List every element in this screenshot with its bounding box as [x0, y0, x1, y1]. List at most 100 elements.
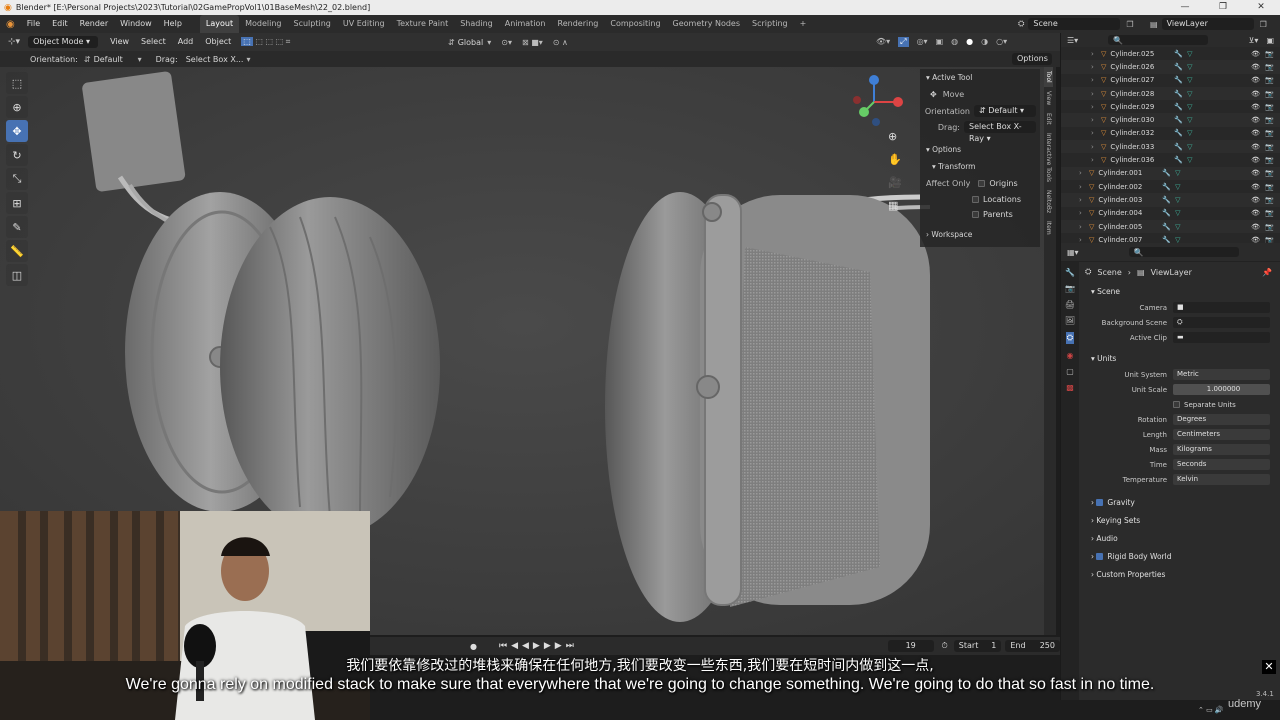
origins-checkbox[interactable] [978, 180, 986, 187]
eye-visibility-icon[interactable]: 👁 [1251, 129, 1260, 137]
outliner-row[interactable]: › ▽ Cylinder.030 🔧 ▽ 👁 📷 [1061, 113, 1280, 127]
select-box-tool-icon[interactable]: ⬚ [6, 72, 28, 94]
camera-render-icon[interactable]: 📷 [1265, 63, 1274, 71]
tab-shading[interactable]: Shading [454, 15, 499, 33]
filter-icon[interactable]: ⊻▾ [1249, 36, 1259, 45]
render-tab-icon[interactable]: 📷 [1065, 284, 1075, 293]
camera-render-icon[interactable]: 📷 [1265, 143, 1274, 151]
options-dropdown[interactable]: Options ▾ [1012, 53, 1052, 75]
collection-tab-icon[interactable]: ▢ [1066, 367, 1074, 376]
navigation-gizmo[interactable] [852, 72, 908, 132]
viewlayer-selector[interactable]: ViewLayer [1161, 18, 1254, 30]
camera-render-icon[interactable]: 📷 [1265, 223, 1274, 231]
record-icon[interactable]: ● [470, 642, 477, 651]
shading-rendered-icon[interactable]: ○▾ [996, 37, 1007, 47]
visibility-icon[interactable]: 👁▾ [876, 37, 890, 47]
transform-orientation-select[interactable]: Global [458, 38, 484, 47]
orientation-select[interactable]: Default [94, 55, 138, 64]
menu-edit[interactable]: Edit [46, 15, 74, 33]
tab-rendering[interactable]: Rendering [552, 15, 605, 33]
outliner-row[interactable]: › ▽ Cylinder.026 🔧 ▽ 👁 📷 [1061, 60, 1280, 74]
ntab-edit[interactable]: Edit [1044, 109, 1053, 129]
proportional-edit-icon[interactable]: ⊙ ∧ [553, 38, 568, 47]
view-layer-tab-icon[interactable]: 🖼 [1065, 316, 1075, 325]
outliner-row[interactable]: › ▽ Cylinder.028 🔧 ▽ 👁 📷 [1061, 86, 1280, 101]
snap-icon[interactable]: ⊠ ■▾ [522, 38, 543, 47]
unit-scale-field[interactable]: 1.000000 [1173, 384, 1270, 395]
current-frame-field[interactable]: 19 [887, 640, 934, 652]
tab-uv-editing[interactable]: UV Editing [337, 15, 391, 33]
shading-solid-icon[interactable]: ● [966, 37, 973, 47]
outliner-row[interactable]: › ▽ Cylinder.027 🔧 ▽ 👁 📷 [1061, 74, 1280, 87]
camera-render-icon[interactable]: 📷 [1265, 169, 1274, 177]
time-dropdown[interactable]: Seconds [1173, 459, 1270, 470]
cursor-tool-icon[interactable]: ⊕ [6, 96, 28, 118]
audio-panel-header[interactable]: › Audio [1081, 529, 1280, 547]
outliner-row[interactable]: › ▽ Cylinder.005 🔧 ▽ 👁 📷 [1061, 219, 1280, 234]
eye-visibility-icon[interactable]: 👁 [1251, 76, 1260, 84]
expand-chevron-icon[interactable]: › [1079, 196, 1089, 204]
overlay-icon[interactable]: ◎▾ [917, 37, 928, 47]
rotation-dropdown[interactable]: Degrees [1173, 414, 1270, 425]
editor-type-icon[interactable]: ⊹▾ [0, 37, 28, 47]
transform-subsection[interactable]: ▾ Transform [920, 158, 1040, 175]
expand-chevron-icon[interactable]: › [1091, 156, 1101, 164]
close-subtitle-icon[interactable]: ✕ [1262, 660, 1276, 674]
annotate-tool-icon[interactable]: ✎ [6, 216, 28, 238]
locations-checkbox[interactable] [972, 196, 979, 203]
outliner-row[interactable]: › ▽ Cylinder.003 🔧 ▽ 👁 📷 [1061, 193, 1280, 207]
outliner-row[interactable]: › ▽ Cylinder.001 🔧 ▽ 👁 📷 [1061, 166, 1280, 180]
close-window-button[interactable]: ✕ [1242, 0, 1280, 15]
active-clip-field[interactable]: ▬ [1173, 332, 1270, 343]
camera-render-icon[interactable]: 📷 [1265, 90, 1274, 98]
camera-field[interactable]: ■ [1173, 302, 1270, 313]
separate-units-checkbox[interactable] [1173, 401, 1180, 408]
properties-editor-icon[interactable]: ▦▾ [1067, 248, 1079, 257]
ntab-item[interactable]: Item [1044, 217, 1053, 239]
eye-visibility-icon[interactable]: 👁 [1251, 103, 1260, 111]
drag-dropdown[interactable]: Select Box X-Ray ▾ [964, 121, 1036, 143]
shading-wireframe-icon[interactable]: ◍ [951, 37, 958, 47]
expand-chevron-icon[interactable]: › [1079, 223, 1089, 231]
keying-sets-panel-header[interactable]: › Keying Sets [1081, 511, 1280, 529]
menu-help[interactable]: Help [158, 15, 188, 33]
ntab-view[interactable]: View [1044, 87, 1053, 109]
expand-chevron-icon[interactable]: › [1091, 129, 1101, 137]
expand-chevron-icon[interactable]: › [1091, 76, 1101, 84]
tab-texture-paint[interactable]: Texture Paint [391, 15, 455, 33]
tab-modeling[interactable]: Modeling [239, 15, 287, 33]
unit-system-dropdown[interactable]: Metric [1173, 369, 1270, 380]
expand-chevron-icon[interactable]: › [1091, 103, 1101, 111]
new-collection-icon[interactable]: ▣ [1266, 36, 1274, 45]
ntab-neltobz[interactable]: NeltoBz [1044, 186, 1053, 217]
world-tab-icon[interactable]: ◉ [1067, 351, 1074, 360]
outliner-row[interactable]: › ▽ Cylinder.036 🔧 ▽ 👁 📷 [1061, 153, 1280, 166]
rigid-body-world-checkbox[interactable] [1096, 552, 1104, 560]
viewport-menu-view[interactable]: View [104, 33, 135, 51]
move-tool-icon[interactable]: ✥ [6, 120, 28, 142]
background-scene-field[interactable]: ⛭ [1173, 317, 1270, 328]
gravity-checkbox[interactable] [1096, 498, 1104, 506]
menu-window[interactable]: Window [114, 15, 158, 33]
tab-layout[interactable]: Layout [199, 15, 240, 33]
camera-view-icon[interactable]: 🎥 [888, 176, 902, 189]
eye-visibility-icon[interactable]: 👁 [1251, 143, 1260, 151]
expand-chevron-icon[interactable]: › [1079, 209, 1089, 217]
expand-chevron-icon[interactable]: › [1091, 63, 1101, 71]
camera-render-icon[interactable]: 📷 [1265, 103, 1274, 111]
tab-geometry-nodes[interactable]: Geometry Nodes [667, 15, 746, 33]
outliner-row[interactable]: › ▽ Cylinder.025 🔧 ▽ 👁 📷 [1061, 47, 1280, 60]
pin-icon[interactable]: 📌 [1262, 268, 1272, 277]
drag-select[interactable]: Select Box X... [186, 55, 244, 64]
outliner-row[interactable]: › ▽ Cylinder.004 🔧 ▽ 👁 📷 [1061, 207, 1280, 220]
expand-chevron-icon[interactable]: › [1079, 183, 1089, 191]
eye-visibility-icon[interactable]: 👁 [1251, 156, 1260, 164]
eye-visibility-icon[interactable]: 👁 [1251, 116, 1260, 124]
eye-visibility-icon[interactable]: 👁 [1251, 90, 1260, 98]
outliner-row[interactable]: › ▽ Cylinder.033 🔧 ▽ 👁 📷 [1061, 140, 1280, 154]
start-frame-field[interactable]: Start 1 [953, 640, 1002, 652]
select-mode-icons[interactable]: ⬚ ⬚ ⬚ ⬚ ⌗ [241, 37, 290, 47]
camera-render-icon[interactable]: 📷 [1265, 156, 1274, 164]
outliner-editor-icon[interactable]: ☰▾ [1067, 36, 1078, 45]
outliner-row[interactable]: › ▽ Cylinder.032 🔧 ▽ 👁 📷 [1061, 127, 1280, 140]
